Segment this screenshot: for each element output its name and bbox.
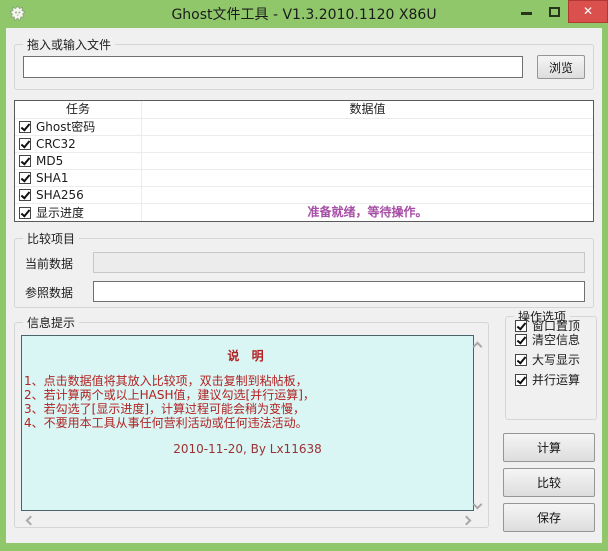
save-button[interactable]: 保存 bbox=[503, 503, 595, 532]
file-group-label: 拖入或输入文件 bbox=[23, 36, 116, 53]
info-line: 1、点击数据值将其放入比较项，双击复制到粘帖板， bbox=[24, 374, 308, 388]
file-group: 拖入或输入文件 浏览 bbox=[14, 36, 594, 90]
option-uppercase-display[interactable]: 大写显示 bbox=[515, 351, 580, 368]
table-row: CRC32 bbox=[15, 136, 593, 153]
task-value[interactable] bbox=[142, 153, 593, 169]
info-line: 3、若勾选了[显示进度]，计算过程可能会稍为变慢， bbox=[24, 402, 306, 416]
task-value[interactable] bbox=[142, 119, 593, 135]
status-text: 准备就绪，等待操作。 bbox=[307, 205, 428, 219]
compare-group: 比较项目 当前数据 参照数据 bbox=[14, 230, 594, 308]
task-value[interactable] bbox=[142, 136, 593, 152]
reference-data-input[interactable] bbox=[93, 281, 585, 302]
table-header: 任务 数据值 bbox=[15, 101, 593, 119]
task-label: SHA1 bbox=[36, 171, 69, 185]
table-row: 显示进度 准备就绪，等待操作。 bbox=[15, 204, 593, 221]
checkbox-sha1[interactable] bbox=[19, 172, 31, 184]
client-area: 拖入或输入文件 浏览 任务 数据值 Ghost密码 CRC32 MD5 SHA1… bbox=[6, 28, 602, 543]
task-value[interactable] bbox=[142, 187, 593, 203]
scroll-up-icon[interactable] bbox=[472, 341, 483, 352]
table-row: SHA1 bbox=[15, 170, 593, 187]
checkbox-window-on-top[interactable] bbox=[515, 319, 527, 332]
info-textarea[interactable]: 说 明 1、点击数据值将其放入比较项，双击复制到粘帖板， 2、若计算两个或以上H… bbox=[21, 335, 474, 511]
table-row: MD5 bbox=[15, 153, 593, 170]
checkbox-ghost-password[interactable] bbox=[19, 121, 31, 133]
task-label: SHA256 bbox=[36, 188, 84, 202]
file-path-input[interactable] bbox=[23, 56, 523, 78]
option-parallel-compute[interactable]: 并行运算 bbox=[515, 371, 580, 388]
table-row: Ghost密码 bbox=[15, 119, 593, 136]
task-value[interactable] bbox=[142, 170, 593, 186]
task-label: 显示进度 bbox=[36, 205, 85, 220]
window-title: Ghost文件工具 - V1.3.2010.1120 X86U bbox=[171, 7, 437, 23]
column-header-value: 数据值 bbox=[349, 102, 386, 116]
checkbox-parallel-compute[interactable] bbox=[515, 373, 527, 386]
info-group: 信息提示 说 明 1、点击数据值将其放入比较项，双击复制到粘帖板， 2、若计算两… bbox=[14, 314, 489, 528]
info-line: 4、不要用本工具从事任何营利活动或任何违法活动。 bbox=[24, 416, 308, 430]
options-group: 操作选项 窗口置顶 清空信息 大写显示 并行运算 bbox=[505, 308, 597, 420]
checkbox-crc32[interactable] bbox=[19, 138, 31, 150]
compare-button[interactable]: 比较 bbox=[503, 468, 595, 497]
current-data-input bbox=[93, 252, 585, 273]
title-bar[interactable]: Ghost文件工具 - V1.3.2010.1120 X86U ✕ bbox=[0, 0, 608, 28]
column-header-task: 任务 bbox=[15, 101, 142, 118]
reference-data-label: 参照数据 bbox=[25, 286, 74, 300]
minimize-icon[interactable] bbox=[521, 12, 532, 15]
info-group-label: 信息提示 bbox=[23, 314, 80, 331]
checkbox-md5[interactable] bbox=[19, 155, 31, 167]
option-clear-info[interactable]: 清空信息 bbox=[515, 331, 580, 348]
task-label: MD5 bbox=[36, 154, 64, 168]
table-row: SHA256 bbox=[15, 187, 593, 204]
option-label: 并行运算 bbox=[532, 373, 581, 387]
checkbox-clear-info[interactable] bbox=[515, 333, 527, 346]
info-heading: 说 明 bbox=[227, 349, 268, 363]
app-window: Ghost文件工具 - V1.3.2010.1120 X86U ✕ 拖入或输入文… bbox=[0, 0, 608, 551]
compare-group-label: 比较项目 bbox=[23, 230, 80, 247]
browse-button[interactable]: 浏览 bbox=[537, 55, 585, 79]
task-label: Ghost密码 bbox=[36, 120, 96, 134]
task-table: 任务 数据值 Ghost密码 CRC32 MD5 SHA1 SHA256 显示进… bbox=[14, 100, 594, 222]
info-footer: 2010-11-20, By Lx11638 bbox=[173, 442, 322, 456]
close-button[interactable]: ✕ bbox=[568, 0, 608, 23]
checkbox-uppercase-display[interactable] bbox=[515, 353, 527, 366]
scroll-left-icon[interactable] bbox=[25, 515, 36, 526]
option-label: 清空信息 bbox=[532, 333, 581, 347]
option-label: 大写显示 bbox=[532, 353, 581, 367]
scroll-down-icon[interactable] bbox=[472, 499, 483, 510]
checkbox-sha256[interactable] bbox=[19, 189, 31, 201]
current-data-label: 当前数据 bbox=[25, 257, 74, 271]
calculate-button[interactable]: 计算 bbox=[503, 433, 595, 462]
task-label: CRC32 bbox=[36, 137, 76, 151]
scroll-right-icon[interactable] bbox=[461, 515, 472, 526]
maximize-icon[interactable] bbox=[549, 7, 560, 17]
checkbox-show-progress[interactable] bbox=[19, 206, 31, 219]
info-line: 2、若计算两个或以上HASH值，建议勾选[并行运算]， bbox=[24, 388, 315, 402]
